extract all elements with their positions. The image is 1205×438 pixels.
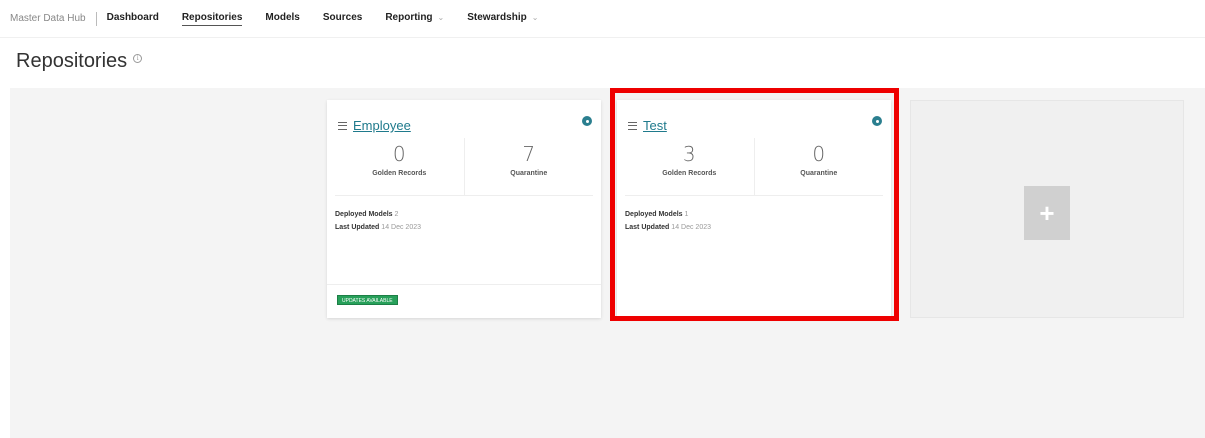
nav-reporting-label: Reporting — [385, 12, 433, 23]
page-title-text: Repositories — [16, 50, 128, 72]
nav-sources-label: Sources — [322, 12, 363, 23]
menu-icon[interactable] — [338, 121, 347, 130]
card-meta: Deployed Models 2 Last Updated 14 Dec 20… — [335, 208, 421, 234]
repository-card-employee: Employee 0 Golden Records 7 Quarantine D… — [327, 100, 601, 318]
highlight-box — [610, 88, 899, 321]
nav-sources[interactable]: Sources — [323, 12, 362, 25]
golden-records-count: 0 — [392, 142, 406, 166]
nav-dashboard[interactable]: Dashboard — [107, 12, 159, 25]
info-icon[interactable]: i — [133, 54, 143, 63]
deployed-models-label: Deployed Models — [335, 211, 393, 218]
deployed-models-value: 2 — [394, 211, 399, 218]
add-repository-card: + — [910, 100, 1184, 318]
app-title[interactable]: Master Data Hub — [10, 13, 96, 24]
golden-records-stat[interactable]: 0 Golden Records — [335, 138, 464, 195]
nav-reporting[interactable]: Reporting ⌄ — [385, 12, 444, 25]
nav-dashboard-label: Dashboard — [106, 12, 159, 23]
updates-available-badge[interactable]: UPDATES AVAILABLE — [337, 295, 398, 305]
chevron-down-icon: ⌄ — [437, 13, 445, 22]
card-footer: UPDATES AVAILABLE — [327, 284, 601, 318]
nav-models[interactable]: Models — [265, 12, 299, 25]
repository-title-link[interactable]: Employee — [353, 118, 411, 133]
quarantine-label: Quarantine — [510, 170, 548, 177]
card-header: Employee — [338, 118, 411, 133]
nav-repositories[interactable]: Repositories — [181, 11, 243, 26]
golden-records-label: Golden Records — [372, 170, 427, 177]
plus-icon: + — [1039, 197, 1055, 228]
chevron-down-icon: ⌄ — [531, 13, 539, 22]
nav-stewardship[interactable]: Stewardship ⌄ — [467, 12, 538, 25]
add-repository-button[interactable]: + — [1024, 186, 1070, 240]
quarantine-count: 7 — [522, 142, 536, 166]
nav-repositories-label: Repositories — [181, 11, 243, 23]
deployed-models-row: Deployed Models 2 — [335, 208, 421, 221]
last-updated-value: 14 Dec 2023 — [381, 224, 421, 231]
nav-models-label: Models — [265, 12, 300, 23]
repositories-grid: Employee 0 Golden Records 7 Quarantine D… — [10, 88, 1205, 438]
nav-stewardship-label: Stewardship — [467, 12, 527, 23]
quarantine-stat[interactable]: 7 Quarantine — [463, 138, 594, 195]
gear-icon[interactable] — [583, 117, 591, 125]
card-stats: 0 Golden Records 7 Quarantine — [335, 138, 593, 196]
nav-divider — [95, 11, 97, 26]
top-nav: Master Data Hub Dashboard Repositories M… — [0, 0, 1205, 38]
last-updated-row: Last Updated 14 Dec 2023 — [335, 221, 421, 234]
last-updated-label: Last Updated — [335, 224, 380, 231]
page-title: Repositories i — [16, 50, 143, 73]
